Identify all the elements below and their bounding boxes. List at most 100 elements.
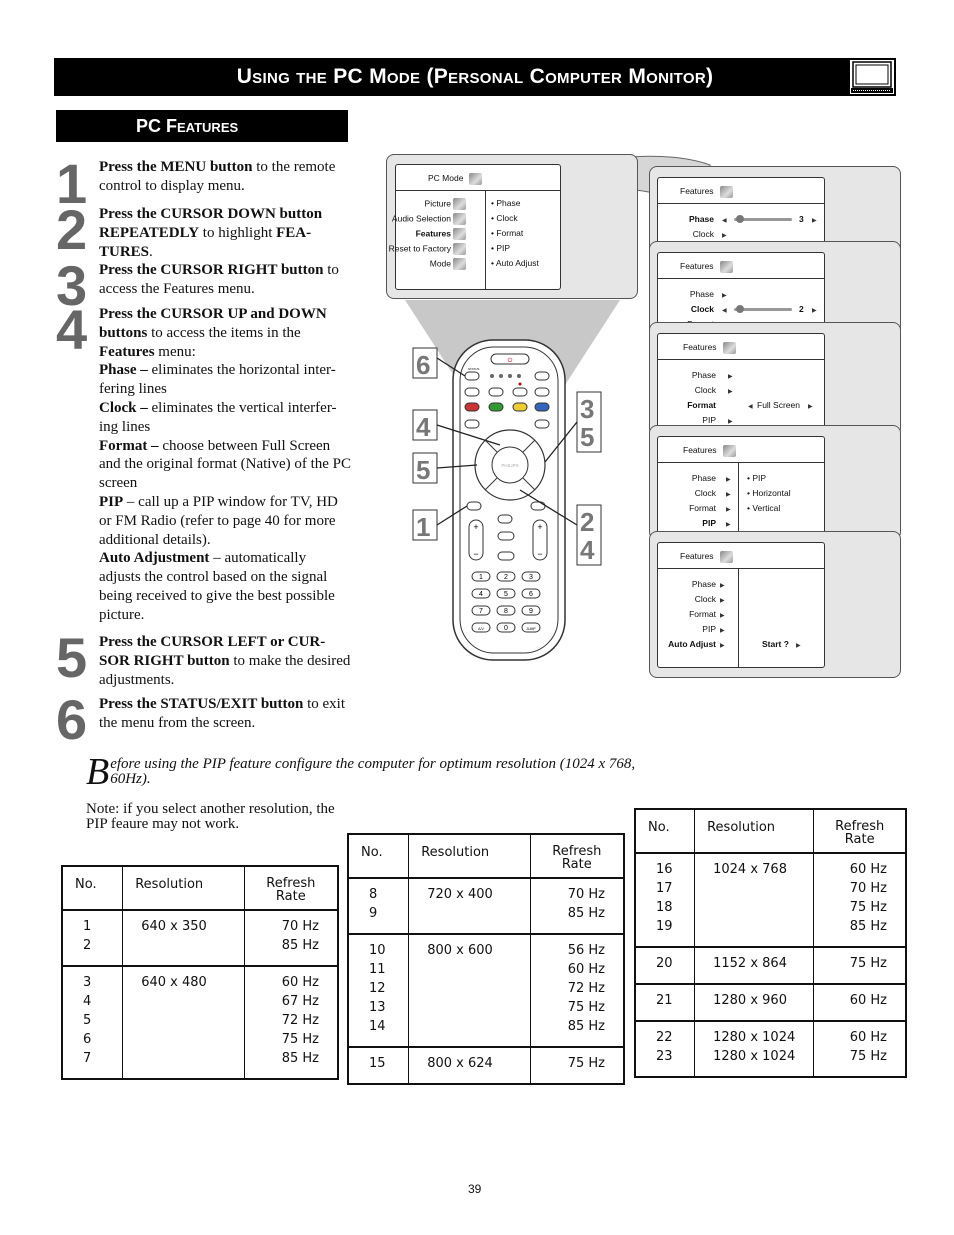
sound-button[interactable] — [497, 531, 515, 541]
menu-item-format[interactable]: Format — [689, 503, 716, 513]
table-header-row: No. Resolution Refresh Rate — [634, 809, 907, 854]
menu-title: Features — [683, 342, 717, 352]
menu-header: Features — [658, 253, 824, 279]
menu-button[interactable] — [466, 501, 482, 511]
column-header: No. — [347, 834, 410, 879]
menu-item-clock[interactable]: Clock — [695, 488, 716, 498]
step-number: 2 — [56, 198, 88, 261]
pc-button[interactable] — [488, 402, 504, 412]
menu-item-phase[interactable]: Phase — [690, 289, 714, 299]
callout-3: 3 — [580, 394, 594, 424]
cc-button[interactable] — [534, 419, 550, 429]
start-button[interactable]: Start ? — [762, 639, 789, 649]
menu-item-clock[interactable]: Clock — [691, 304, 714, 314]
number-label: 8 — [504, 608, 508, 615]
right-arrow-icon: ▶ — [728, 389, 733, 395]
right-arrow-icon: ▶ — [720, 628, 725, 634]
step-number: 6 — [56, 688, 88, 751]
right-arrow-icon: ▶ — [726, 477, 731, 483]
table-row: 20 1152 x 864 75 Hz — [634, 947, 907, 985]
features-menu: Features Phase Clock Format PIP ▶ ▶ ▶ ▶ … — [657, 436, 825, 542]
pip-button[interactable] — [464, 387, 480, 397]
picture-button[interactable] — [497, 551, 515, 561]
submenu-item-auto-adjust[interactable]: • Auto Adjust — [491, 258, 539, 268]
record-button[interactable] — [512, 387, 528, 397]
submenu-item-pip[interactable]: • PIP — [747, 473, 766, 483]
slider-knob[interactable] — [736, 305, 744, 313]
menu-item-reset-to-factory[interactable]: Reset to Factory — [389, 243, 466, 255]
refresh-rate-cell: 60 Hz — [813, 984, 907, 1022]
select-button[interactable] — [534, 371, 550, 381]
menu-item-phase[interactable]: Phase — [689, 214, 714, 224]
number-cell: 15 — [347, 1047, 410, 1084]
step-5-text: Press the CURSOR LEFT or CUR-SOR RIGHT b… — [99, 633, 351, 689]
hd-button[interactable] — [534, 402, 550, 412]
fm-button[interactable] — [512, 402, 528, 412]
callout-6: 6 — [416, 350, 430, 380]
mute-button[interactable] — [497, 514, 513, 524]
menu-item-format[interactable]: Format — [689, 609, 716, 619]
resolution-cell: 720 x 400 — [408, 878, 531, 935]
number-cell: 34567 — [61, 966, 124, 1079]
refresh-rate-cell: 60 Hz 70 Hz 75 Hz 85 Hz — [813, 853, 907, 948]
resolution-table-3: No. Resolution Refresh Rate 16 17 18 19 1024 x 7… — [634, 808, 907, 1078]
menu-item-clock[interactable]: Clock — [695, 594, 716, 604]
status-exit-button[interactable] — [464, 371, 480, 381]
column-header: No. — [634, 809, 696, 854]
resolution-cell: 1280 x 960 — [694, 984, 815, 1022]
table-row: 15 800 x 624 75 Hz — [347, 1047, 625, 1084]
menu-item-features[interactable]: Features — [416, 228, 466, 240]
features-icon — [722, 444, 736, 457]
instruction-text: to access the items in the — [147, 324, 301, 341]
drop-cap: B — [86, 751, 110, 793]
svg-text:⏻: ⏻ — [508, 357, 513, 364]
menu-item-pip[interactable]: PIP — [702, 415, 716, 425]
callout-5: 5 — [416, 455, 430, 485]
submenu-item-format[interactable]: • Format — [491, 228, 523, 238]
sleep-button[interactable] — [488, 387, 504, 397]
number-cell: 89 — [347, 878, 410, 935]
column-header: Resolution — [408, 834, 531, 879]
slider-knob[interactable] — [736, 215, 744, 223]
format-button[interactable] — [464, 419, 480, 429]
menu-item-picture[interactable]: Picture — [425, 198, 466, 210]
features-icon — [722, 341, 736, 354]
brand-logo: PHILIPS — [501, 463, 518, 468]
feature-description: Phase – eliminates the horizontal inter-… — [99, 362, 336, 398]
submenu-item-phase[interactable]: • Phase — [491, 198, 520, 208]
submenu-item-clock[interactable]: • Clock — [491, 213, 518, 223]
right-arrow-icon: ▶ — [726, 522, 731, 528]
ok-button[interactable] — [530, 501, 546, 511]
bold-instruction: Press the STATUS/EXIT button — [99, 696, 304, 712]
submenu-item-vertical[interactable]: • Vertical — [747, 503, 780, 513]
menu-item-clock[interactable]: Clock — [695, 385, 716, 395]
menu-item-clock[interactable]: Clock — [693, 229, 714, 239]
tv-button[interactable] — [464, 402, 480, 412]
menu-item-pip[interactable]: PIP — [702, 624, 716, 634]
table-row: 21 1280 x 960 60 Hz — [634, 984, 907, 1022]
menu-item-format[interactable]: Format — [687, 400, 716, 410]
mode-icon — [453, 258, 466, 270]
table-row: 22 23 1280 x 1024 1280 x 1024 60 Hz 75 Hz — [634, 1021, 907, 1077]
table-header-row: No. Resolution Refresh Rate — [61, 866, 339, 911]
pause-button[interactable] — [534, 387, 550, 397]
refresh-rate-cell: 75 Hz — [813, 947, 907, 985]
menu-item-mode[interactable]: Mode — [430, 258, 466, 270]
feature-description: Clock – eliminates the vertical interfer… — [99, 399, 337, 435]
submenu-item-pip[interactable]: • PIP — [491, 243, 510, 253]
submenu-item-horizontal[interactable]: • Horizontal — [747, 488, 791, 498]
menu-item-phase[interactable]: Phase — [692, 473, 716, 483]
menu-item-phase[interactable]: Phase — [692, 579, 716, 589]
right-arrow-icon: ▶ — [720, 583, 725, 589]
resolution-table-1: No. Resolution Refresh Rate 1 2 640 x 350 70 Hz… — [61, 865, 339, 1080]
right-arrow-icon: ▶ — [720, 643, 725, 649]
column-header: Refresh Rate — [243, 866, 339, 911]
menu-item-audio-selection[interactable]: Audio Selection — [392, 213, 466, 225]
right-arrow-icon: ▶ — [812, 218, 817, 224]
menu-header: Features — [658, 437, 824, 463]
menu-item-auto-adjust[interactable]: Auto Adjust — [668, 639, 716, 649]
number-label: 2 — [504, 574, 508, 581]
menu-item-pip[interactable]: PIP — [702, 518, 716, 528]
step-number: 4 — [56, 298, 88, 361]
menu-item-phase[interactable]: Phase — [692, 370, 716, 380]
